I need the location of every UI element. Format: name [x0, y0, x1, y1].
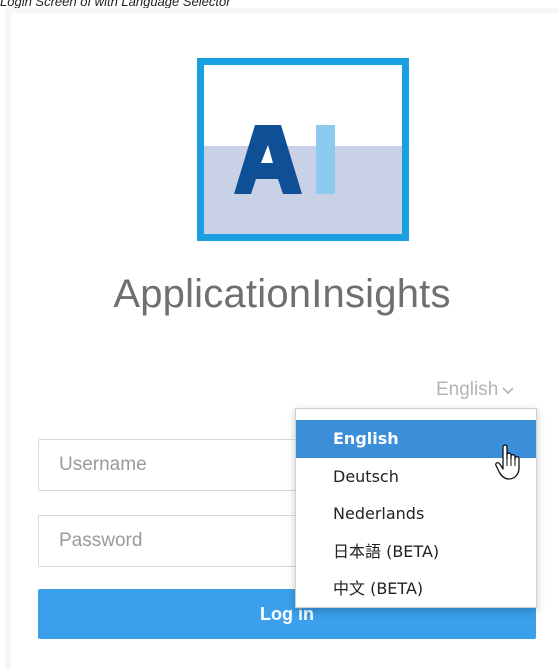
language-option-nederlands[interactable]: Nederlands [296, 495, 536, 533]
language-option-japanese[interactable]: 日本語 (BETA) [296, 533, 536, 571]
language-option-chinese[interactable]: 中文 (BETA) [296, 570, 536, 608]
logo-letters-ai [234, 125, 335, 194]
app-title: ApplicationInsights [113, 272, 451, 316]
app-logo [197, 58, 409, 241]
language-selector[interactable]: English [436, 379, 514, 401]
language-current-label: English [436, 379, 499, 400]
chevron-down-icon [502, 387, 514, 395]
hand-pointer-icon [495, 444, 520, 480]
language-dropdown: English Deutsch Nederlands 日本語 (BETA) 中文… [295, 408, 537, 608]
